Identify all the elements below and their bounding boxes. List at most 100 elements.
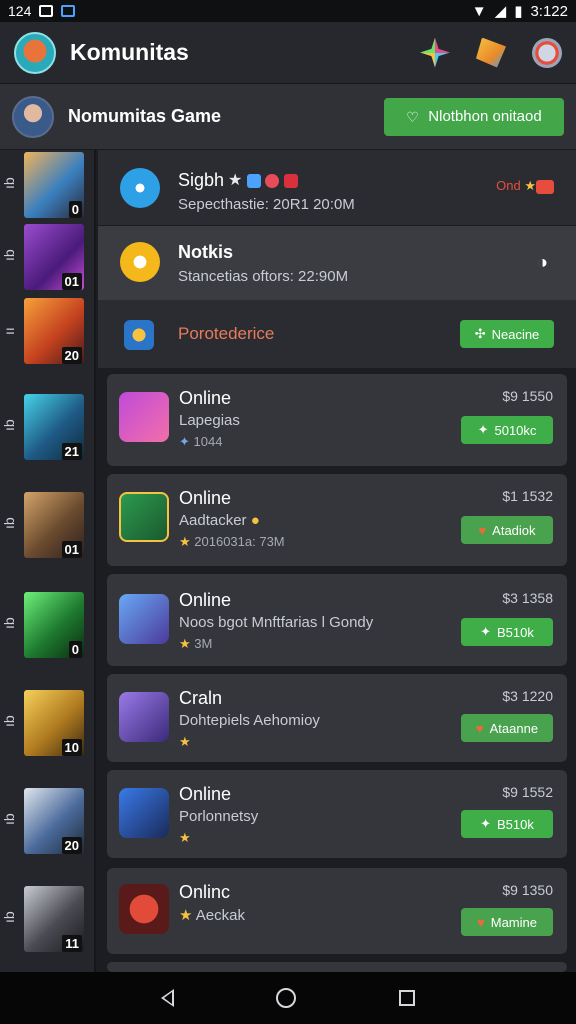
community-header: Nomumitas Game ♡ Nlotbhon onitaod bbox=[0, 84, 576, 150]
tag-icon: ✦ bbox=[480, 816, 492, 831]
row-meta-text: 3M bbox=[194, 636, 213, 651]
rail-count: 0 bbox=[68, 641, 82, 658]
rail-count: 0 bbox=[68, 201, 82, 218]
status-time: 3:122 bbox=[530, 2, 568, 20]
rail-mark: ıb bbox=[1, 249, 17, 261]
rail-item[interactable]: ıb 01 bbox=[0, 224, 96, 294]
row-price: $1 1532 bbox=[502, 488, 553, 504]
row-price: $9 1550 bbox=[502, 388, 553, 404]
rail-item[interactable]: ıb 0 bbox=[0, 592, 96, 662]
game-icon bbox=[119, 392, 169, 442]
row-price: $3 1358 bbox=[502, 590, 553, 606]
row-title: Sigbh bbox=[178, 170, 225, 190]
row-subtitle-text: Aadtacker bbox=[179, 512, 247, 529]
action-button[interactable]: ♥ Mamine bbox=[461, 908, 553, 936]
notification-button-label: Nlotbhon onitaod bbox=[428, 108, 542, 125]
heart-icon: ♡ bbox=[406, 108, 419, 125]
sparkle-icon[interactable] bbox=[420, 37, 450, 68]
chevron-shield-icon bbox=[120, 242, 160, 282]
action-button[interactable]: ✣ Neacine bbox=[460, 320, 554, 348]
row-title: Craln bbox=[179, 688, 223, 708]
row-meta-text: 2016031a: 73M bbox=[194, 534, 285, 549]
action-button[interactable]: ✦ 5010kc bbox=[461, 416, 553, 444]
community-avatar[interactable] bbox=[12, 95, 54, 138]
signal-icon: ◢ bbox=[494, 3, 507, 20]
tag-icon: ✦ bbox=[480, 624, 492, 639]
rail-item[interactable]: ıı 20 bbox=[0, 298, 96, 368]
rail-mark: ıb bbox=[1, 517, 17, 529]
row-subtitle-text: Aeckak bbox=[195, 907, 245, 924]
row-meta: ✦ 1044 bbox=[179, 434, 223, 449]
row-right-label: Ond ★ bbox=[496, 178, 554, 194]
action-button[interactable]: ♥ Ataanne bbox=[461, 714, 553, 742]
action-button[interactable]: ✦ B510k bbox=[461, 810, 553, 838]
list-item[interactable]: Online Noos bgot Mnftfarias l Gondy ★ 3M… bbox=[107, 574, 567, 666]
rail-item[interactable]: ıb 20 bbox=[0, 788, 96, 858]
rail-item[interactable]: ıb 11 bbox=[0, 886, 96, 956]
page-title: Komunitas bbox=[70, 39, 189, 65]
home-icon[interactable] bbox=[276, 988, 297, 1008]
list-item[interactable]: Craln Dohtepiels Aehomioy ★ $3 1220 ♥ At… bbox=[107, 674, 567, 762]
channel-icon bbox=[120, 168, 160, 208]
row-title: Online bbox=[179, 590, 232, 610]
status-bar: 124 ▼ ◢ ▮ 3:122 bbox=[0, 0, 576, 22]
rail-mark: ıb bbox=[1, 813, 17, 825]
rail-mark: ıb bbox=[1, 715, 17, 727]
rail-item[interactable]: ıb 21 bbox=[0, 394, 96, 464]
rail-item[interactable]: ıb 10 bbox=[0, 690, 96, 760]
gift-icon[interactable] bbox=[476, 37, 506, 68]
action-button[interactable]: ♥ Atadiok bbox=[461, 516, 553, 544]
row-title: Online bbox=[179, 388, 232, 408]
rail-mark: ıı bbox=[1, 327, 17, 335]
action-button-label: B510k bbox=[497, 816, 534, 832]
list-item[interactable]: Notkis Stancetias oftors: 22:90M ◑ bbox=[98, 226, 576, 300]
list-item[interactable]: Online Porlonnetsy ★ $9 1552 ✦ B510k bbox=[107, 770, 567, 858]
row-title: Online bbox=[179, 784, 232, 804]
app-notification-icon bbox=[61, 5, 76, 17]
action-button-label: Neacine bbox=[491, 326, 540, 342]
action-button[interactable]: ✦ B510k bbox=[461, 618, 553, 646]
emoji-badges: ★ bbox=[228, 170, 298, 190]
system-nav-bar bbox=[0, 972, 576, 1024]
rail-mark: ıb bbox=[1, 617, 17, 629]
rail-count: 21 bbox=[61, 443, 82, 460]
rail-mark: ıb bbox=[1, 177, 17, 189]
rail-item[interactable]: ıb 01 bbox=[0, 492, 96, 562]
action-button-label: B510k bbox=[497, 624, 534, 640]
notification-button[interactable]: ♡ Nlotbhon onitaod bbox=[384, 97, 564, 136]
row-subtitle: Noos bgot Mnftfarias l Gondy bbox=[179, 614, 374, 631]
row-subtitle: Sepecthastie: 20R1 20:0M bbox=[178, 196, 355, 213]
row-title: Onlinc bbox=[179, 882, 231, 902]
list-item[interactable]: Sigbh ★ Sepecthastie: 20R1 20:0M Ond ★ bbox=[98, 150, 576, 226]
rail-mark: ıb bbox=[1, 911, 17, 923]
game-icon bbox=[119, 884, 169, 934]
heart-icon: ♥ bbox=[477, 914, 485, 930]
profile-icon[interactable] bbox=[532, 37, 562, 68]
row-title: Porotederice bbox=[178, 324, 275, 343]
list-item[interactable]: Online Aadtacker ● ★ 2016031a: 73M $1 15… bbox=[107, 474, 567, 566]
action-button-label: Atadiok bbox=[492, 522, 536, 538]
more-icon[interactable]: ◑ bbox=[537, 252, 548, 273]
list-item[interactable]: Onlinc ★ Aeckak $9 1350 ♥ Mamine bbox=[107, 868, 567, 954]
tag-icon: ✦ bbox=[477, 422, 489, 437]
rail-count: 10 bbox=[61, 739, 82, 756]
row-subtitle: ★ Aeckak bbox=[179, 907, 245, 924]
list-item[interactable]: Porotederice ✣ Neacine bbox=[98, 300, 576, 368]
row-price: $9 1552 bbox=[502, 784, 553, 800]
game-icon bbox=[119, 492, 169, 542]
action-button-label: Ataanne bbox=[489, 720, 539, 736]
rail-count: 20 bbox=[61, 837, 82, 854]
heart-icon: ♥ bbox=[475, 720, 484, 736]
left-rail: ıb 0 ıb 01 ıı 20 ıb 21 ıb 01 ıb 0 ıb 10 … bbox=[0, 150, 96, 972]
back-icon[interactable] bbox=[161, 989, 175, 1007]
battery-icon: ▮ bbox=[514, 3, 523, 20]
recent-apps-icon[interactable] bbox=[398, 990, 415, 1006]
row-subtitle: Aadtacker ● bbox=[179, 512, 260, 529]
game-icon bbox=[119, 788, 169, 838]
puzzle-icon: ✣ bbox=[474, 326, 486, 341]
list-item[interactable]: Online Lapegias ✦ 1044 $9 1550 ✦ 5010kc bbox=[107, 374, 567, 466]
heart-icon: ♥ bbox=[478, 522, 487, 538]
row-subtitle: Lapegias bbox=[179, 412, 240, 429]
row-price: $9 1350 bbox=[502, 882, 553, 898]
rail-item[interactable]: ıb 0 bbox=[0, 152, 96, 222]
